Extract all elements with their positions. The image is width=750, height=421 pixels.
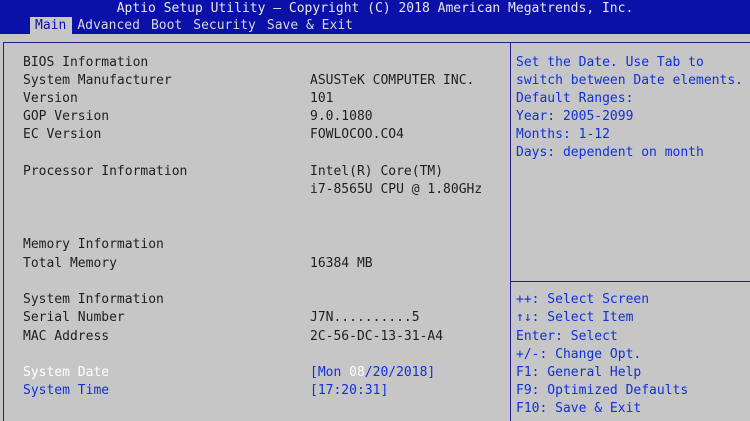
system-manufacturer-value: ASUSTeK COMPUTER INC. (310, 73, 475, 88)
system-date-prefix: [Mon (310, 365, 350, 380)
title-bar: Aptio Setup Utility – Copyright (C) 2018… (0, 0, 750, 34)
total-memory-label: Total Memory (23, 256, 117, 271)
system-time-field[interactable]: [17:20:31] (310, 382, 388, 400)
mac-address-label: MAC Address (23, 329, 110, 344)
bios-information-heading: BIOS Information (23, 55, 149, 70)
system-time-label[interactable]: System Time (23, 382, 109, 400)
key-hint-change-opt: +/-: Change Opt. (516, 347, 642, 362)
help-line: Days: dependent on month (516, 145, 704, 160)
menu-tabs: Main Advanced Boot Security Save & Exit (30, 17, 359, 34)
key-hint-enter: Enter: Select (516, 329, 618, 344)
ec-version-value: FOWLOCOO.CO4 (310, 127, 404, 142)
system-manufacturer-label: System Manufacturer (23, 73, 172, 88)
key-hint-optimized-defaults: F9: Optimized Defaults (516, 383, 689, 398)
help-divider (511, 281, 750, 282)
tab-main[interactable]: Main (30, 17, 73, 34)
tab-advanced[interactable]: Advanced (72, 17, 146, 34)
processor-value-line-1: Intel(R) Core(TM) (310, 164, 444, 179)
window-title: Aptio Setup Utility – Copyright (C) 2018… (116, 1, 634, 16)
key-hint-save-exit: F10: Save & Exit (516, 401, 642, 416)
processor-information-label: Processor Information (23, 164, 188, 179)
key-hint-select-screen: ++: Select Screen (516, 292, 650, 307)
system-date-month[interactable]: 08 (349, 365, 365, 380)
gop-version-label: GOP Version (23, 109, 110, 124)
system-date-field[interactable]: [Mon 08/20/2018] (310, 364, 435, 382)
help-line: switch between Date elements. (516, 73, 743, 88)
tab-save-exit[interactable]: Save & Exit (262, 17, 359, 34)
serial-number-label: Serial Number (23, 310, 125, 325)
version-value: 101 (310, 91, 334, 106)
version-label: Version (23, 91, 78, 106)
processor-value-line-2: i7-8565U CPU @ 1.80GHz (310, 182, 483, 197)
help-line: Year: 2005-2099 (516, 109, 634, 124)
serial-number-value: J7N..........5 (310, 310, 420, 325)
tab-security[interactable]: Security (188, 17, 262, 34)
system-date-label[interactable]: System Date (23, 364, 109, 382)
help-line: Months: 1-12 (516, 127, 610, 142)
help-line: Default Ranges: (516, 91, 634, 106)
gop-version-value: 9.0.1080 (310, 109, 373, 124)
system-information-heading: System Information (23, 292, 164, 307)
tab-boot[interactable]: Boot (146, 17, 188, 34)
system-date-suffix: /20/2018] (364, 365, 436, 380)
key-hint-general-help: F1: General Help (516, 365, 642, 380)
help-line: Set the Date. Use Tab to (516, 55, 704, 70)
total-memory-value: 16384 MB (310, 256, 373, 271)
mac-address-value: 2C-56-DC-13-31-A4 (310, 329, 444, 344)
key-hint-select-item: ↑↓: Select Item (516, 310, 634, 325)
ec-version-label: EC Version (23, 127, 102, 142)
help-panel: Set the Date. Use Tab to switch between … (510, 42, 750, 421)
main-panel: BIOS Information System Manufacturer ASU… (3, 42, 511, 421)
memory-information-heading: Memory Information (23, 237, 164, 252)
